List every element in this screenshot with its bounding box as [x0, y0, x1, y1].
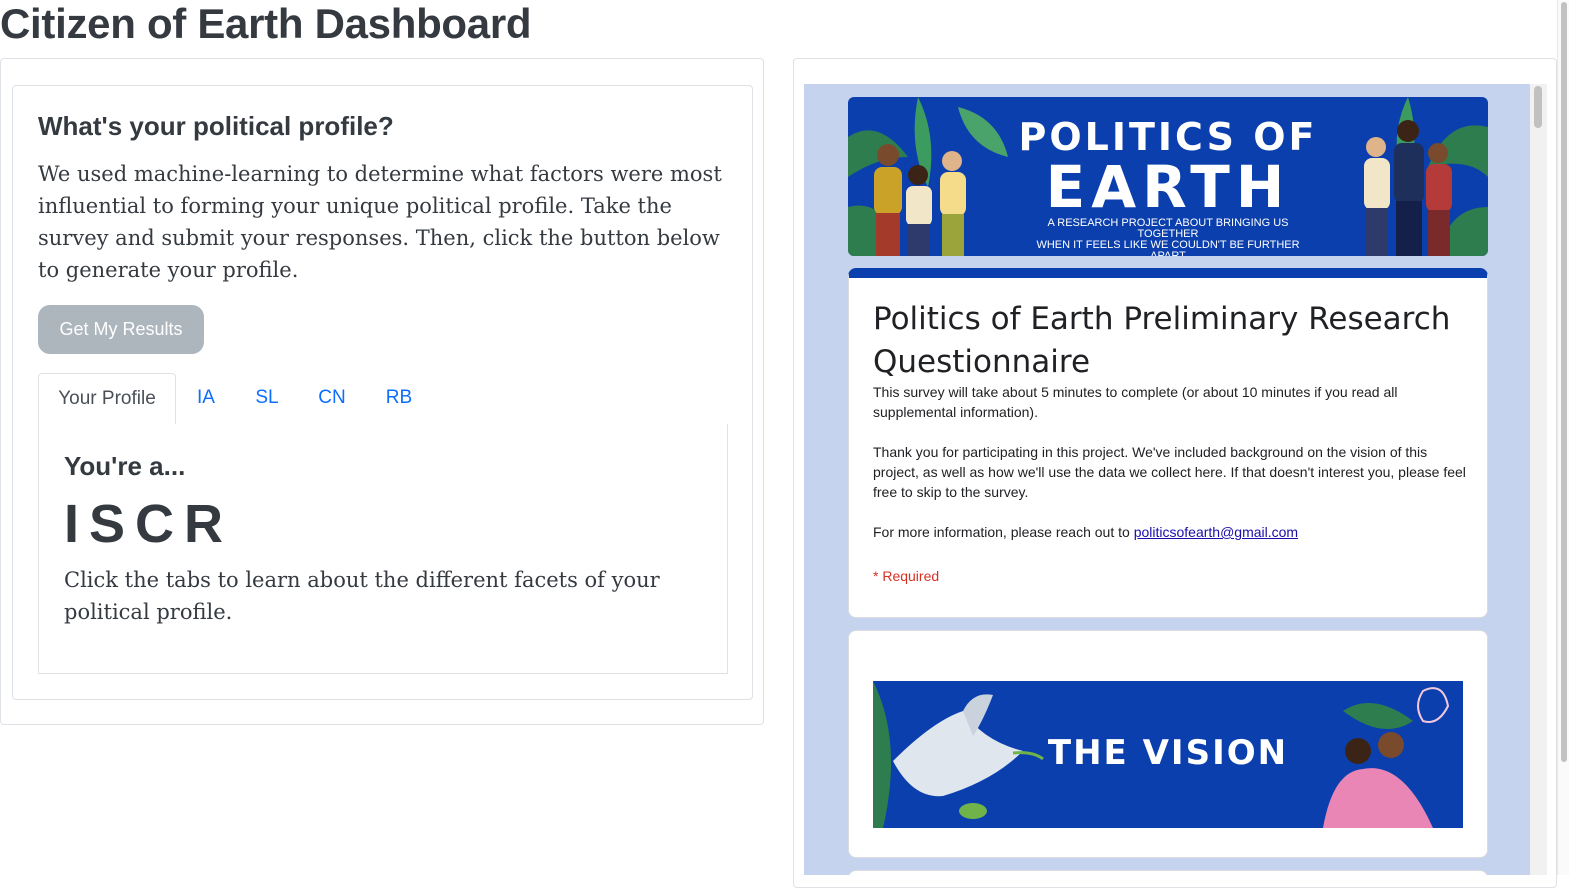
vision-title: THE VISION: [1047, 733, 1289, 773]
tabs-instruction: Click the tabs to learn about the differ…: [64, 568, 660, 624]
form-duration-text: This survey will take about 5 minutes to…: [873, 384, 1398, 420]
banner-subtitle-line2: WHEN IT FEELS LIKE WE COULDN'T BE FURTHE…: [1036, 239, 1300, 257]
form-contact-text: For more information, please reach out t…: [873, 522, 1473, 542]
profile-code: ISCR: [64, 494, 234, 554]
form-title: Politics of Earth Preliminary Research Q…: [873, 301, 1451, 380]
result-heading: You're a...: [64, 451, 186, 481]
page-title: Citizen of Earth Dashboard: [0, 0, 532, 47]
page-scrollbar[interactable]: [1557, 0, 1569, 875]
profile-description: We used machine-learning to determine wh…: [38, 162, 722, 282]
form-scrollbar-thumb[interactable]: [1534, 86, 1542, 128]
tab-rb[interactable]: RB: [379, 373, 419, 425]
tab-ia[interactable]: IA: [186, 373, 226, 425]
form-header-card: Politics of Earth Preliminary Research Q…: [848, 268, 1488, 618]
tab-sl[interactable]: SL: [247, 373, 287, 425]
profile-heading: What's your political profile?: [38, 111, 394, 141]
tab-content-panel: You're a... ISCR Click the tabs to learn…: [38, 424, 728, 674]
contact-email-link[interactable]: politicsofearth@gmail.com: [1134, 524, 1298, 540]
next-card: [848, 870, 1488, 875]
form-thanks-text: Thank you for participating in this proj…: [873, 444, 1466, 500]
profile-tabs: Your Profile IA SL CN RB: [38, 373, 728, 426]
banner-subtitle-line1: A RESEARCH PROJECT ABOUT BRINGING US TOG…: [1047, 217, 1289, 240]
contact-prefix: For more information, please reach out t…: [873, 524, 1134, 540]
banner-subtitle: A RESEARCH PROJECT ABOUT BRINGING US TOG…: [1018, 217, 1318, 257]
profile-card: What's your political profile? We used m…: [12, 85, 753, 700]
vision-banner: THE VISION: [873, 681, 1463, 828]
banner-title-line2: EARTH: [1045, 153, 1291, 221]
get-results-button[interactable]: Get My Results: [38, 305, 204, 354]
profile-panel: What's your political profile? We used m…: [0, 58, 764, 725]
vision-card: THE VISION: [848, 630, 1488, 858]
politics-of-earth-banner: POLITICS OF EARTH A RESEARCH PROJECT ABO…: [848, 97, 1488, 256]
embedded-form[interactable]: POLITICS OF EARTH A RESEARCH PROJECT ABO…: [804, 84, 1531, 875]
tab-cn[interactable]: CN: [311, 373, 353, 425]
tab-your-profile[interactable]: Your Profile: [38, 373, 176, 426]
form-scrollbar[interactable]: [1530, 84, 1547, 875]
page-scrollbar-thumb[interactable]: [1561, 2, 1567, 762]
required-note: * Required: [873, 568, 940, 584]
